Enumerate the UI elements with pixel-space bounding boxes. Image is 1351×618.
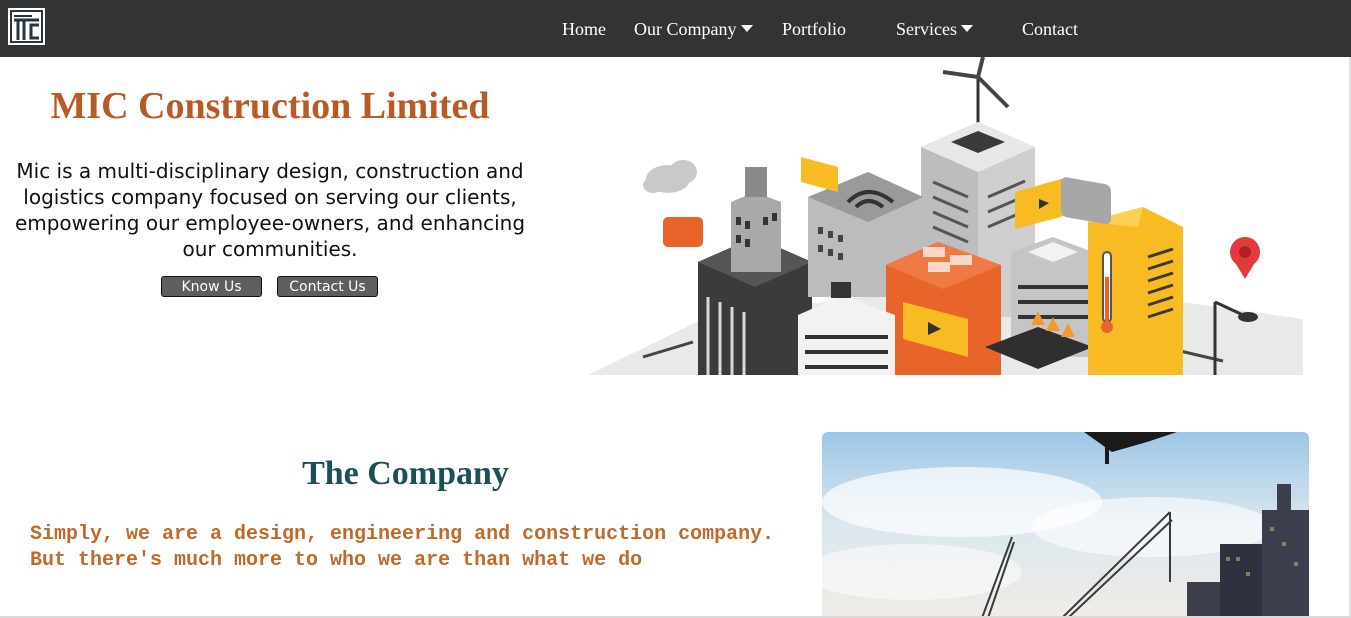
hero-title: MIC Construction Limited <box>50 85 490 127</box>
city-illustration <box>588 57 1303 375</box>
company-section-title: The Company <box>302 455 509 492</box>
wind-turbine-icon <box>942 57 1010 132</box>
mic-logo-icon <box>10 10 43 43</box>
company-section-text: Simply, we are a design, engineering and… <box>30 523 775 572</box>
location-pin-icon <box>1230 237 1260 279</box>
caret-down-icon <box>740 25 753 32</box>
nav-our-company-label: Our Company <box>634 19 737 39</box>
mic-logo[interactable] <box>8 8 45 45</box>
construction-photo-image <box>822 432 1309 618</box>
hero-description: Mic is a multi-disciplinary design, cons… <box>14 159 526 261</box>
nav-portfolio[interactable]: Portfolio <box>782 18 846 40</box>
nav-contact-label: Contact <box>1022 19 1078 39</box>
top-navbar: Home Our Company Portfolio Services Cont… <box>0 0 1351 57</box>
cloud-icon <box>643 160 697 193</box>
nav-services-label: Services <box>896 19 957 39</box>
nav-our-company[interactable]: Our Company <box>634 18 753 40</box>
nav-services[interactable]: Services <box>896 18 973 40</box>
nav-portfolio-label: Portfolio <box>782 19 847 39</box>
nav-contact[interactable]: Contact <box>1022 18 1078 40</box>
construction-photo <box>822 432 1309 618</box>
caret-down-icon <box>960 25 973 32</box>
nav-home[interactable]: Home <box>562 18 606 40</box>
nav-home-label: Home <box>562 19 606 39</box>
know-us-button[interactable]: Know Us <box>161 276 262 297</box>
contact-us-button[interactable]: Contact Us <box>277 276 378 297</box>
